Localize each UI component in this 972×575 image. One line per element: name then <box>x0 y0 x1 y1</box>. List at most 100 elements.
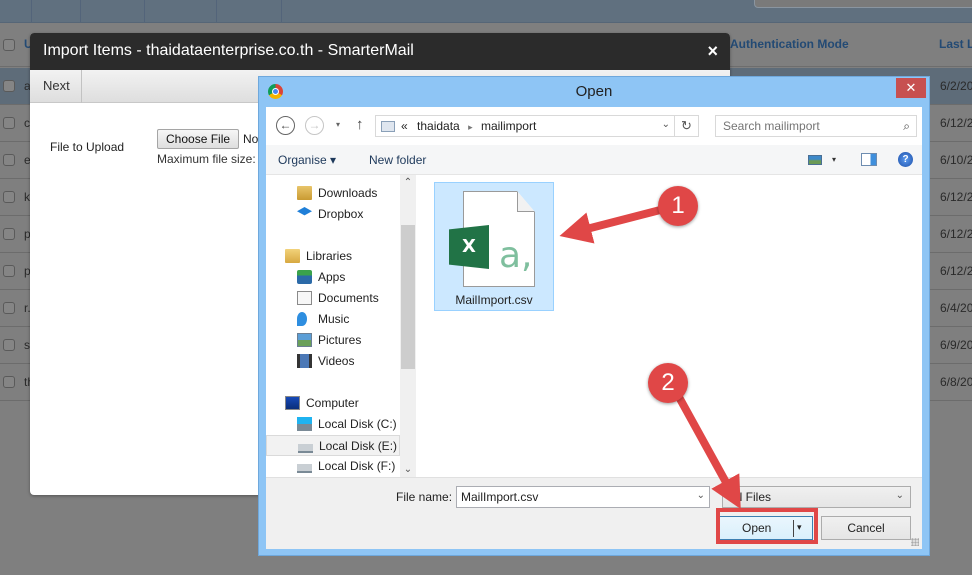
scroll-thumb[interactable] <box>401 225 415 369</box>
apps-icon <box>297 270 312 284</box>
music-icon <box>297 312 307 326</box>
nav-item-local-disk-e[interactable]: Local Disk (E:) <box>266 435 400 456</box>
last-login-date: 6/10/2 <box>940 153 972 167</box>
videos-icon <box>297 354 312 368</box>
file-type-select[interactable]: All Files ⌄ <box>722 486 911 508</box>
nav-item-videos[interactable]: Videos <box>266 351 400 372</box>
nav-item-dropbox[interactable]: Dropbox <box>266 204 400 225</box>
dialog-footer: File name: ⌄ All Files ⌄ Open ▾ Cancel <box>266 477 922 549</box>
up-folder-button[interactable]: ↑ <box>356 116 364 133</box>
row-checkbox[interactable] <box>3 117 15 129</box>
annotation-badge-1: 1 <box>658 186 698 226</box>
breadcrumb-overflow[interactable]: « <box>401 119 408 133</box>
file-name-label: MailImport.csv <box>455 293 533 307</box>
nav-item-music[interactable]: Music <box>266 309 400 330</box>
column-header-last-login[interactable]: Last L <box>939 37 972 51</box>
forward-button[interactable]: → <box>305 116 324 135</box>
last-login-date: 6/2/20 <box>940 79 972 93</box>
csv-glyph-icon: a, <box>499 235 533 276</box>
annotation-highlight-open <box>716 508 818 544</box>
nav-item-computer[interactable]: Computer <box>266 393 400 414</box>
nav-item-label: Local Disk (F:) <box>318 459 396 473</box>
search-input[interactable] <box>716 116 886 136</box>
refresh-button[interactable]: ↻ <box>675 115 699 137</box>
help-icon[interactable]: ? <box>898 152 913 167</box>
nav-item-label: Downloads <box>318 186 378 200</box>
row-checkbox[interactable] <box>3 376 15 388</box>
row-checkbox[interactable] <box>3 154 15 166</box>
command-bar: Organise ▾ New folder ▾ ? <box>266 145 922 175</box>
row-checkbox[interactable] <box>3 191 15 203</box>
view-options-dropdown[interactable]: ▾ <box>832 155 836 164</box>
nav-item-documents[interactable]: Documents <box>266 288 400 309</box>
nav-segment[interactable] <box>217 0 282 22</box>
computer-icon <box>285 396 300 410</box>
excel-logo-icon: X <box>449 225 489 269</box>
breadcrumb-item-thaidata[interactable]: thaidata <box>417 119 460 133</box>
nav-item-downloads[interactable]: Downloads <box>266 183 400 204</box>
resize-grip[interactable] <box>911 538 919 546</box>
search-icon[interactable]: ⌕ <box>903 119 910 134</box>
last-login-date: 6/9/20 <box>940 338 972 352</box>
dialog-title: Open <box>575 83 613 100</box>
file-name-input[interactable] <box>457 487 687 507</box>
no-file-chosen-text: No <box>243 132 259 146</box>
new-folder-button[interactable]: New folder <box>369 153 426 167</box>
nav-item-local-disk-c[interactable]: Local Disk (C:) <box>266 414 400 435</box>
max-file-size-text: Maximum file size: <box>157 152 256 166</box>
nav-segment[interactable] <box>0 0 32 22</box>
search-box: ⌕ <box>715 115 917 137</box>
nav-item-label: Local Disk (E:) <box>319 439 398 453</box>
libraries-icon <box>285 249 300 263</box>
cancel-button[interactable]: Cancel <box>821 516 911 540</box>
address-bar[interactable]: « thaidata ▸ mailimport ⌄ <box>375 115 675 137</box>
file-name-label: File name: <box>396 490 453 504</box>
address-history-dropdown[interactable]: ⌄ <box>662 119 670 130</box>
breadcrumb-item-mailimport[interactable]: mailimport <box>481 119 536 133</box>
chevron-down-icon[interactable]: ⌄ <box>697 490 705 501</box>
close-icon[interactable]: × <box>707 41 718 62</box>
navigation-scrollbar[interactable]: ⌃ ⌄ <box>400 175 416 477</box>
recent-locations-dropdown[interactable]: ▾ <box>336 120 340 129</box>
nav-item-label: Libraries <box>306 249 353 263</box>
nav-segment[interactable] <box>32 0 81 22</box>
app-search-input[interactable] <box>754 0 972 8</box>
preview-pane-icon[interactable] <box>861 153 877 166</box>
dialog-close-button[interactable]: ✕ <box>896 78 926 98</box>
file-name-combobox: ⌄ <box>456 486 710 508</box>
next-button[interactable]: Next <box>30 70 82 103</box>
annotation-badge-2: 2 <box>648 363 688 403</box>
select-all-checkbox[interactable] <box>3 39 15 51</box>
row-checkbox[interactable] <box>3 265 15 277</box>
back-button[interactable]: ← <box>276 116 295 135</box>
nav-item-pictures[interactable]: Pictures <box>266 330 400 351</box>
nav-item-local-disk-f[interactable]: Local Disk (F:) <box>266 456 400 477</box>
organise-menu[interactable]: Organise ▾ <box>278 153 336 167</box>
last-login-date: 6/8/20 <box>940 375 972 389</box>
pictures-icon <box>297 333 312 347</box>
change-view-icon[interactable] <box>808 155 822 165</box>
scroll-up-button[interactable]: ⌃ <box>400 177 416 188</box>
nav-item-label: Computer <box>306 396 359 410</box>
nav-item-apps[interactable]: Apps <box>266 267 400 288</box>
breadcrumb: « thaidata ▸ mailimport <box>401 119 536 133</box>
file-item-mailimport-csv[interactable]: X a, MailImport.csv <box>434 182 554 311</box>
nav-item-label: Local Disk (C:) <box>318 417 397 431</box>
nav-segment[interactable] <box>81 0 145 22</box>
nav-item-label: Videos <box>318 354 355 368</box>
scroll-down-button[interactable]: ⌄ <box>400 464 416 475</box>
nav-item-libraries[interactable]: Libraries <box>266 246 400 267</box>
address-row: ← → ▾ ↑ « thaidata ▸ mailimport ⌄ ↻ ⌕ <box>266 107 922 145</box>
row-checkbox[interactable] <box>3 339 15 351</box>
dialog-body: ← → ▾ ↑ « thaidata ▸ mailimport ⌄ ↻ ⌕ <box>266 107 922 549</box>
choose-file-button[interactable]: Choose File <box>157 129 240 149</box>
row-checkbox[interactable] <box>3 302 15 314</box>
breadcrumb-separator-icon[interactable]: ▸ <box>468 122 473 132</box>
row-checkbox[interactable] <box>3 228 15 240</box>
column-header-auth-mode[interactable]: Authentication Mode <box>730 37 849 51</box>
row-checkbox[interactable] <box>3 80 15 92</box>
nav-segment[interactable] <box>145 0 217 22</box>
file-type-value: All Files <box>729 490 772 504</box>
chevron-down-icon: ⌄ <box>895 490 904 501</box>
last-login-date: 6/12/2 <box>940 190 972 204</box>
